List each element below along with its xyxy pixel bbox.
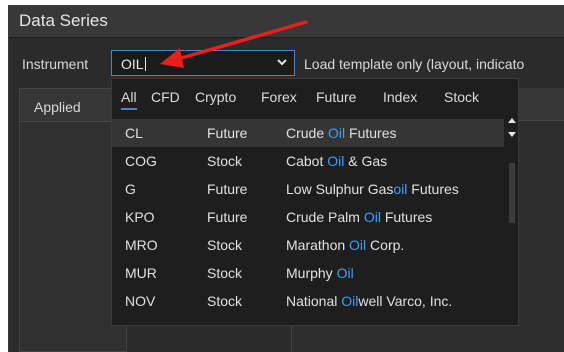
red-arrow-annotation (160, 20, 308, 68)
